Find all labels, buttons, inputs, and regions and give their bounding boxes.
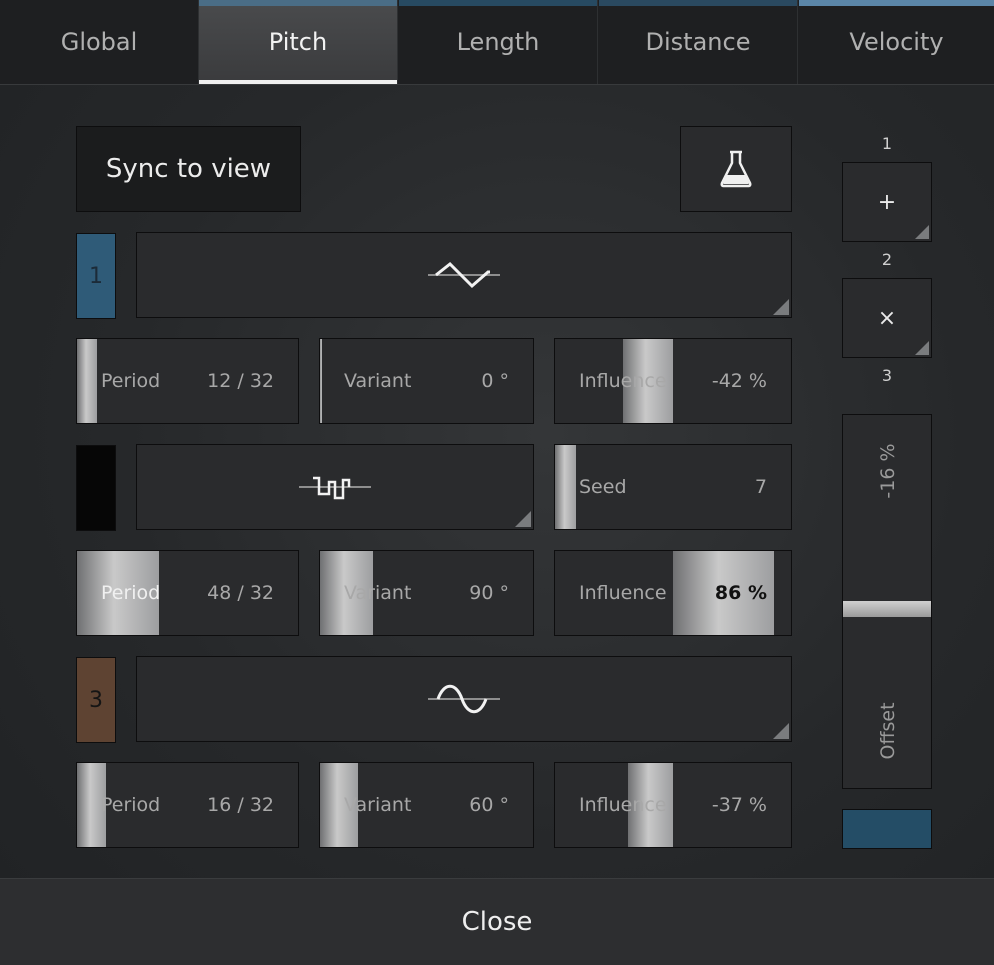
- lane-2-corner-handle: [515, 511, 531, 527]
- lane-3-variant-label: Variant: [344, 794, 412, 816]
- multiply-icon: ×: [877, 305, 897, 331]
- tab-bar: Global Pitch Length Distance Velocity: [0, 0, 994, 85]
- lane-3-period-slider[interactable]: Period 16 / 32: [76, 762, 299, 848]
- lane-3-influence-slider[interactable]: Influence -37 %: [554, 762, 792, 848]
- lane-3-indicator[interactable]: 3: [76, 657, 116, 743]
- lane-2-variant-value: 90 °: [469, 582, 509, 604]
- tab-distance-label: Distance: [645, 28, 751, 56]
- close-button[interactable]: Close: [0, 878, 994, 965]
- tab-global-indicator: [0, 0, 198, 6]
- lane-3-influence-value: -37 %: [711, 794, 767, 816]
- lane-2-period-slider[interactable]: Period 48 / 32: [76, 550, 299, 636]
- lane-1-influence-label: Influence: [579, 370, 667, 392]
- lane-1-number: 1: [89, 263, 103, 289]
- tab-pitch[interactable]: Pitch: [199, 0, 398, 84]
- lane-1-period-fill: [77, 339, 97, 423]
- sync-to-view-label: Sync to view: [105, 154, 272, 184]
- lane-2-seed-value: 7: [754, 476, 767, 498]
- flask-button[interactable]: [680, 126, 792, 212]
- tab-pitch-indicator: [199, 0, 397, 6]
- lane-1-period-value: 12 / 32: [207, 370, 274, 392]
- lane-1-influence-value: -42 %: [711, 370, 767, 392]
- offset-slider-handle[interactable]: [843, 601, 931, 617]
- add-button-corner: [915, 225, 929, 239]
- color-swatch[interactable]: [842, 809, 932, 849]
- lane-1-variant-value: 0 °: [481, 370, 509, 392]
- lane-2-period-value: 48 / 32: [207, 582, 274, 604]
- tab-length[interactable]: Length: [399, 0, 598, 84]
- lane-2-indicator[interactable]: [76, 445, 116, 531]
- lane-1-variant-fill: [320, 339, 322, 423]
- tab-global-label: Global: [60, 28, 138, 56]
- lane-2-variant-label: Variant: [344, 582, 412, 604]
- lane-2-seed-fill: [555, 445, 577, 529]
- lane-2-influence-slider[interactable]: Influence 86 %: [554, 550, 792, 636]
- tab-length-label: Length: [456, 28, 540, 56]
- lane-2-seed-label: Seed: [579, 476, 627, 498]
- random-step-wave-icon: [299, 476, 371, 500]
- lane-2-waveform-selector[interactable]: [136, 444, 534, 530]
- lane-3-period-value: 16 / 32: [207, 794, 274, 816]
- lane-3-variant-value: 60 °: [469, 794, 509, 816]
- lane-1-waveform-selector[interactable]: [136, 232, 792, 318]
- tab-length-indicator: [399, 0, 597, 6]
- lane-3-corner-handle: [773, 723, 789, 739]
- sine-wave-icon: [428, 684, 500, 714]
- sawtooth-wave-icon: [428, 261, 500, 289]
- side-label-2: 2: [881, 250, 893, 269]
- tab-pitch-underline: [199, 80, 397, 84]
- offset-value: -16 %: [877, 443, 899, 499]
- tab-distance[interactable]: Distance: [599, 0, 798, 84]
- lane-3-variant-slider[interactable]: Variant 60 °: [319, 762, 534, 848]
- multiply-button-corner: [915, 341, 929, 355]
- tab-global[interactable]: Global: [0, 0, 199, 84]
- lane-3-number: 3: [89, 687, 103, 713]
- lane-1-variant-slider[interactable]: Variant 0 °: [319, 338, 534, 424]
- lane-1-period-label: Period: [101, 370, 161, 392]
- tab-pitch-label: Pitch: [268, 28, 328, 56]
- lane-2-seed-slider[interactable]: Seed 7: [554, 444, 792, 530]
- add-button[interactable]: +: [842, 162, 932, 242]
- lane-3-influence-label: Influence: [579, 794, 667, 816]
- sync-to-view-button[interactable]: Sync to view: [76, 126, 301, 212]
- close-label: Close: [461, 907, 533, 937]
- lane-2-variant-slider[interactable]: Variant 90 °: [319, 550, 534, 636]
- lane-2-influence-label: Influence: [579, 582, 667, 604]
- lane-1-variant-label: Variant: [344, 370, 412, 392]
- tab-distance-indicator: [599, 0, 797, 6]
- flask-icon: [720, 150, 752, 188]
- lane-1-corner-handle: [773, 299, 789, 315]
- tab-velocity[interactable]: Velocity: [799, 0, 994, 84]
- plus-icon: +: [877, 189, 897, 215]
- lane-1-period-slider[interactable]: Period 12 / 32: [76, 338, 299, 424]
- tab-velocity-indicator: [799, 0, 994, 6]
- side-label-3: 3: [881, 366, 893, 385]
- lane-1-indicator[interactable]: 1: [76, 233, 116, 319]
- lane-2-influence-value: 86 %: [714, 582, 767, 604]
- multiply-button[interactable]: ×: [842, 278, 932, 358]
- lane-3-waveform-selector[interactable]: [136, 656, 792, 742]
- offset-label: Offset: [877, 702, 899, 760]
- lane-1-influence-slider[interactable]: Influence -42 %: [554, 338, 792, 424]
- offset-slider[interactable]: -16 % Offset: [842, 414, 932, 789]
- tab-velocity-label: Velocity: [849, 28, 944, 56]
- lane-3-period-label: Period: [101, 794, 161, 816]
- lane-2-period-label: Period: [101, 582, 161, 604]
- side-label-1: 1: [881, 134, 893, 153]
